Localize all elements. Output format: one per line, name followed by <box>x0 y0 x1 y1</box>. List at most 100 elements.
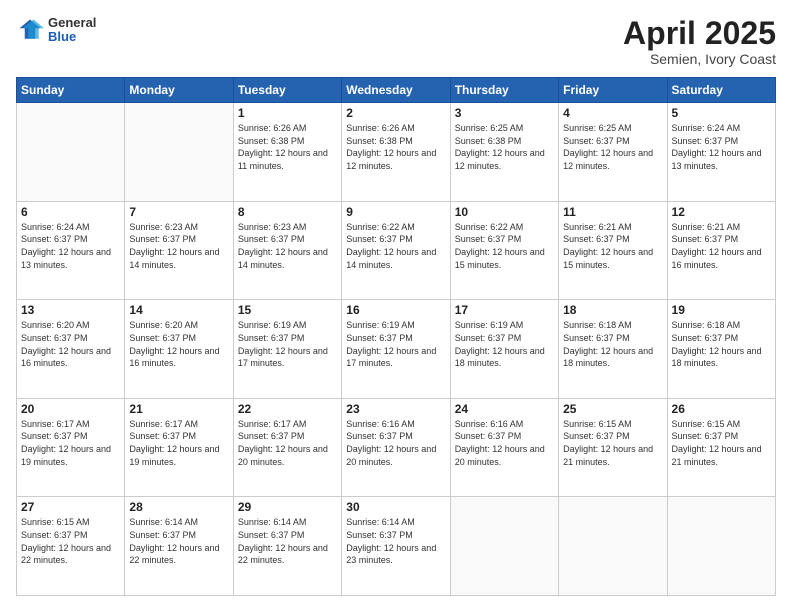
sunrise-label: Sunrise: 6:14 AM <box>238 517 307 527</box>
sunset-label: Sunset: 6:37 PM <box>672 136 739 146</box>
table-row: 19Sunrise: 6:18 AMSunset: 6:37 PMDayligh… <box>667 300 775 399</box>
daylight-label: Daylight: 12 hours and 20 minutes. <box>455 444 545 467</box>
calendar-week-row: 1Sunrise: 6:26 AMSunset: 6:38 PMDaylight… <box>17 103 776 202</box>
table-row: 7Sunrise: 6:23 AMSunset: 6:37 PMDaylight… <box>125 201 233 300</box>
day-number: 24 <box>455 402 554 416</box>
sunrise-label: Sunrise: 6:21 AM <box>672 222 741 232</box>
day-number: 18 <box>563 303 662 317</box>
table-row: 14Sunrise: 6:20 AMSunset: 6:37 PMDayligh… <box>125 300 233 399</box>
day-info: Sunrise: 6:19 AMSunset: 6:37 PMDaylight:… <box>455 319 554 369</box>
sunrise-label: Sunrise: 6:21 AM <box>563 222 632 232</box>
header: General Blue April 2025 Semien, Ivory Co… <box>16 16 776 67</box>
day-number: 27 <box>21 500 120 514</box>
day-number: 20 <box>21 402 120 416</box>
table-row: 30Sunrise: 6:14 AMSunset: 6:37 PMDayligh… <box>342 497 450 596</box>
table-row <box>450 497 558 596</box>
sunset-label: Sunset: 6:37 PM <box>238 431 305 441</box>
table-row: 24 Sunrise: 6:16 AM Sunset: 6:37 PM Dayligh… <box>450 398 558 497</box>
sunset-label: Sunset: 6:37 PM <box>238 530 305 540</box>
day-info: Sunrise: 6:21 AM Sunset: 6:37 PM Daylight:… <box>563 221 662 271</box>
daylight-label: Daylight: 12 hours and 13 minutes. <box>672 148 762 171</box>
day-number: 12 <box>672 205 771 219</box>
sunrise-label: Sunrise: 6:19 AM <box>238 320 307 330</box>
daylight-label: Daylight: 12 hours and 16 minutes. <box>672 247 762 270</box>
daylight-label: Daylight: 12 hours and 13 minutes. <box>21 247 111 270</box>
table-row: 22Sunrise: 6:17 AMSunset: 6:37 PMDayligh… <box>233 398 341 497</box>
day-number: 7 <box>129 205 228 219</box>
sunrise-label: Sunrise: 6:25 AM <box>563 123 632 133</box>
col-tuesday: Tuesday <box>233 78 341 103</box>
col-monday: Monday <box>125 78 233 103</box>
table-row: 6 Sunrise: 6:24 AMSunset: 6:37 PMDaylight… <box>17 201 125 300</box>
day-number: 19 <box>672 303 771 317</box>
daylight-label: Daylight: 12 hours and 12 minutes. <box>346 148 436 171</box>
daylight-label: Daylight: 12 hours and 16 minutes. <box>129 346 219 369</box>
calendar-week-row: 6Sunrise: 6:24 AMSunset: 6:37 PMDaylight… <box>17 201 776 300</box>
sunset-label: Sunset: 6:37 PM <box>455 234 522 244</box>
day-info: Sunrise: 6:17 AMSunset: 6:37 PMDaylight:… <box>238 418 337 468</box>
col-sunday: Sunday <box>17 78 125 103</box>
day-number: 26 <box>672 402 771 416</box>
daylight-label: Daylight: 12 hours and 18 minutes. <box>672 346 762 369</box>
day-number: 10 <box>455 205 554 219</box>
day-info: Sunrise: 6:26 AMSunset: 6:38 PMDaylight:… <box>346 122 445 172</box>
daylight-label: Daylight: 12 hours and 20 minutes. <box>346 444 436 467</box>
sunrise-label: Sunrise: 6:24 AM <box>21 222 90 232</box>
sunrise-label: Sunrise: 6:19 AM <box>346 320 415 330</box>
sunrise-label: Sunrise: 6:14 AM <box>346 517 415 527</box>
table-row: 20Sunrise: 6:17 AMSunset: 6:37 PMDayligh… <box>17 398 125 497</box>
table-row: 11 Sunrise: 6:21 AM Sunset: 6:37 PM Dayligh… <box>559 201 667 300</box>
day-number: 9 <box>346 205 445 219</box>
daylight-label: Daylight: 12 hours and 18 minutes. <box>563 346 653 369</box>
day-number: 6 <box>21 205 120 219</box>
day-info: Sunrise: 6:16 AM Sunset: 6:37 PM Daylight:… <box>455 418 554 468</box>
sunset-label: Sunset: 6:37 PM <box>563 234 630 244</box>
table-row: 12Sunrise: 6:21 AMSunset: 6:37 PMDayligh… <box>667 201 775 300</box>
day-number: 30 <box>346 500 445 514</box>
sunrise-label: Sunrise: 6:16 AM <box>455 419 524 429</box>
daylight-label: Daylight: 12 hours and 11 minutes. <box>238 148 328 171</box>
sunset-label: Sunset: 6:38 PM <box>455 136 522 146</box>
table-row: 9Sunrise: 6:22 AMSunset: 6:37 PMDaylight… <box>342 201 450 300</box>
sunset-label: Sunset: 6:37 PM <box>129 333 196 343</box>
sunset-label: Sunset: 6:37 PM <box>455 431 522 441</box>
sunrise-label: Sunrise: 6:18 AM <box>672 320 741 330</box>
sunset-label: Sunset: 6:37 PM <box>346 530 413 540</box>
table-row: 25Sunrise: 6:15 AMSunset: 6:37 PMDayligh… <box>559 398 667 497</box>
logo-general: General <box>48 16 96 30</box>
page: General Blue April 2025 Semien, Ivory Co… <box>0 0 792 612</box>
table-row: 23Sunrise: 6:16 AMSunset: 6:37 PMDayligh… <box>342 398 450 497</box>
daylight-label: Daylight: 12 hours and 20 minutes. <box>238 444 328 467</box>
logo-text: General Blue <box>48 16 96 45</box>
sunrise-label: Sunrise: 6:20 AM <box>21 320 90 330</box>
daylight-label: Daylight: 12 hours and 17 minutes. <box>346 346 436 369</box>
col-friday: Friday <box>559 78 667 103</box>
sunset-label: Sunset: 6:38 PM <box>238 136 305 146</box>
sunrise-label: Sunrise: 6:24 AM <box>672 123 741 133</box>
daylight-label: Daylight: 12 hours and 15 minutes. <box>563 247 653 270</box>
day-info: Sunrise: 6:24 AMSunset: 6:37 PMDaylight:… <box>21 221 120 271</box>
sunset-label: Sunset: 6:37 PM <box>563 431 630 441</box>
day-info: Sunrise: 6:15 AMSunset: 6:37 PMDaylight:… <box>21 516 120 566</box>
table-row <box>17 103 125 202</box>
logo-blue: Blue <box>48 30 96 44</box>
sunrise-label: Sunrise: 6:23 AM <box>129 222 198 232</box>
day-info: Sunrise: 6:14 AMSunset: 6:37 PMDaylight:… <box>129 516 228 566</box>
sunrise-label: Sunrise: 6:18 AM <box>563 320 632 330</box>
daylight-label: Daylight: 12 hours and 18 minutes. <box>455 346 545 369</box>
day-number: 8 <box>238 205 337 219</box>
table-row: 13Sunrise: 6:20 AMSunset: 6:37 PMDayligh… <box>17 300 125 399</box>
day-number: 4 <box>563 106 662 120</box>
calendar-week-row: 13Sunrise: 6:20 AMSunset: 6:37 PMDayligh… <box>17 300 776 399</box>
sunrise-label: Sunrise: 6:25 AM <box>455 123 524 133</box>
title-month: April 2025 <box>623 16 776 51</box>
day-info: Sunrise: 6:26 AMSunset: 6:38 PMDaylight:… <box>238 122 337 172</box>
title-location: Semien, Ivory Coast <box>623 51 776 67</box>
sunrise-label: Sunrise: 6:23 AM <box>238 222 307 232</box>
day-number: 11 <box>563 205 662 219</box>
table-row: 5Sunrise: 6:24 AMSunset: 6:37 PMDaylight… <box>667 103 775 202</box>
sunrise-label: Sunrise: 6:26 AM <box>346 123 415 133</box>
title-block: April 2025 Semien, Ivory Coast <box>623 16 776 67</box>
sunrise-label: Sunrise: 6:22 AM <box>455 222 524 232</box>
sunset-label: Sunset: 6:37 PM <box>455 333 522 343</box>
